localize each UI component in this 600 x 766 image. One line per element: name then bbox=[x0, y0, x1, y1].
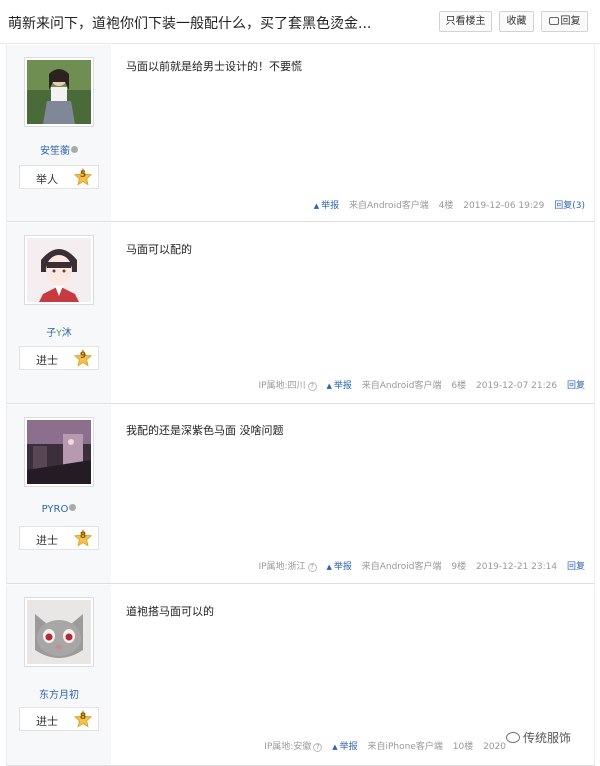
report-link[interactable]: 举报 bbox=[326, 381, 351, 391]
author-panel: PYRO 进士 8 bbox=[7, 405, 111, 583]
watermark: 传统服饰 bbox=[506, 729, 572, 746]
thread-header: 萌新来问下，道袍你们下装一般配什么，买了套黑色烫金... 只看楼主 收藏 回复 bbox=[0, 0, 600, 44]
post-floor-4: 安笙蘅 举人 5 马面以前就是给男士设计的！不要慌 举报 来自Android客户… bbox=[6, 45, 595, 222]
author-panel: 东方月初 进士 8 bbox=[7, 585, 111, 765]
reply-button[interactable]: 回复 bbox=[541, 11, 588, 32]
help-icon[interactable]: ? bbox=[307, 382, 317, 391]
post-time: 2020 bbox=[483, 742, 506, 752]
thread-title: 萌新来问下，道袍你们下装一般配什么，买了套黑色烫金... bbox=[8, 16, 372, 32]
floor-number: 6楼 bbox=[451, 381, 467, 391]
ip-location: IP属地:四川 bbox=[258, 381, 306, 391]
user-level[interactable]: 举人 5 bbox=[19, 165, 99, 189]
username[interactable]: 安笙蘅 bbox=[7, 142, 111, 157]
floor-number: 4楼 bbox=[438, 201, 454, 211]
post-time: 2019-12-07 21:26 bbox=[476, 381, 558, 391]
post-tail: IP属地:四川? 举报 来自Android客户端 6楼 2019-12-07 2… bbox=[251, 378, 585, 391]
floor-number: 10楼 bbox=[452, 742, 474, 752]
reply-link[interactable]: 回复 bbox=[567, 381, 585, 391]
level-name: 进士 bbox=[36, 715, 58, 728]
reply-link[interactable]: 回复(3) bbox=[554, 201, 585, 211]
report-link[interactable]: 举报 bbox=[314, 201, 339, 211]
author-panel: 子Y沐 进士 9 bbox=[7, 223, 111, 403]
post-time: 2019-12-21 23:14 bbox=[476, 562, 558, 572]
post-floor-6: 子Y沐 进士 9 马面可以配的 IP属地:四川? 举报 来自Android客户端… bbox=[6, 223, 595, 404]
avatar-image bbox=[27, 60, 91, 124]
help-icon[interactable]: ? bbox=[307, 563, 317, 572]
report-link[interactable]: 举报 bbox=[326, 562, 351, 572]
client-source: 来自Android客户端 bbox=[361, 381, 442, 391]
reply-button-label: 回复 bbox=[560, 16, 581, 27]
avatar[interactable] bbox=[24, 57, 94, 127]
level-number: 8 bbox=[79, 712, 87, 722]
user-level[interactable]: 进士 8 bbox=[19, 707, 99, 731]
post-content: 马面以前就是给男士设计的！不要慌 bbox=[126, 60, 302, 73]
avatar[interactable] bbox=[24, 417, 94, 487]
avatar-image bbox=[27, 420, 91, 484]
help-icon[interactable]: ? bbox=[313, 743, 323, 752]
level-name: 举人 bbox=[36, 173, 58, 186]
user-badge-icon bbox=[71, 146, 78, 153]
level-number: 9 bbox=[79, 351, 87, 361]
watermark-text: 传统服饰 bbox=[523, 731, 572, 745]
avatar[interactable] bbox=[24, 597, 94, 667]
post-content: 我配的还是深紫色马面 没啥问题 bbox=[126, 424, 284, 437]
floor-number: 9楼 bbox=[451, 562, 467, 572]
client-source: 来自iPhone客户端 bbox=[367, 742, 443, 752]
post-tail: IP属地:安徽? 举报 来自iPhone客户端 10楼 2020 bbox=[257, 739, 506, 752]
user-badge-icon bbox=[69, 504, 77, 511]
username[interactable]: PYRO bbox=[7, 504, 111, 515]
post-content: 马面可以配的 bbox=[126, 243, 192, 256]
avatar[interactable] bbox=[24, 235, 94, 305]
level-number: 8 bbox=[79, 531, 87, 541]
avatar-image bbox=[27, 600, 91, 664]
user-level[interactable]: 进士 9 bbox=[19, 346, 99, 370]
level-name: 进士 bbox=[36, 534, 58, 547]
post-content: 道袍搭马面可以的 bbox=[126, 605, 214, 618]
post-floor-9: PYRO 进士 8 我配的还是深紫色马面 没啥问题 IP属地:浙江? 举报 来自… bbox=[6, 405, 595, 584]
favorite-button[interactable]: 收藏 bbox=[499, 11, 534, 32]
wechat-icon bbox=[506, 732, 520, 743]
comment-icon bbox=[548, 17, 559, 25]
client-source: 来自Android客户端 bbox=[348, 201, 429, 211]
client-source: 来自Android客户端 bbox=[361, 562, 442, 572]
reply-link[interactable]: 回复 bbox=[567, 562, 585, 572]
level-name: 进士 bbox=[36, 354, 58, 367]
level-number: 5 bbox=[79, 170, 87, 180]
report-link[interactable]: 举报 bbox=[332, 742, 357, 752]
username[interactable]: 子Y沐 bbox=[7, 324, 111, 339]
post-tail: 举报 来自Android客户端 4楼 2019-12-06 19:29 回复(3… bbox=[307, 198, 585, 211]
post-tail: IP属地:浙江? 举报 来自Android客户端 9楼 2019-12-21 2… bbox=[251, 559, 585, 572]
post-time: 2019-12-06 19:29 bbox=[463, 201, 545, 211]
author-panel: 安笙蘅 举人 5 bbox=[7, 45, 111, 221]
ip-location: IP属地:浙江 bbox=[258, 562, 306, 572]
ip-location: IP属地:安徽 bbox=[264, 742, 312, 752]
user-level[interactable]: 进士 8 bbox=[19, 526, 99, 550]
username[interactable]: 东方月初 bbox=[7, 686, 111, 701]
only-author-button[interactable]: 只看楼主 bbox=[439, 11, 492, 32]
avatar-image bbox=[27, 238, 91, 302]
